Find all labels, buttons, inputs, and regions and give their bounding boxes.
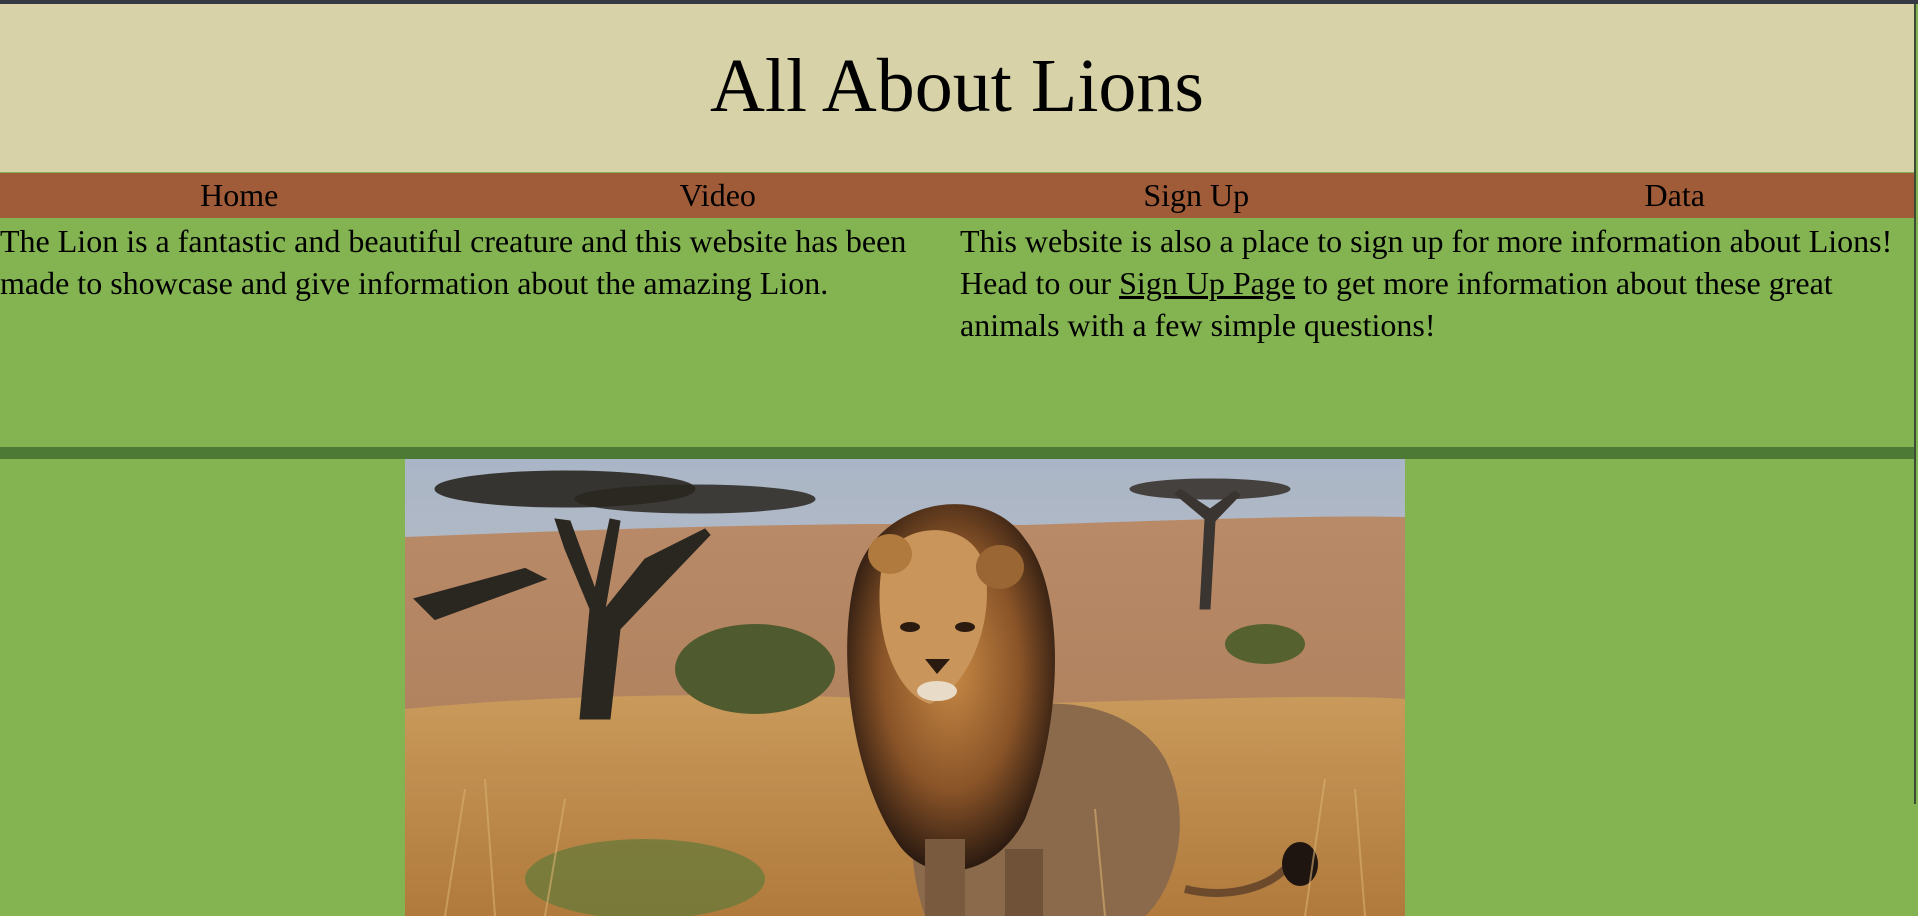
nav-signup-link[interactable]: Sign Up — [957, 173, 1436, 218]
page: All About Lions Home Video Sign Up Data … — [0, 0, 1918, 916]
lion-photo — [405, 459, 1405, 916]
signup-page-link[interactable]: Sign Up Page — [1119, 265, 1295, 301]
intro-right-column: This website is also a place to sign up … — [957, 218, 1914, 446]
nav-data-link[interactable]: Data — [1436, 173, 1915, 218]
section-divider — [0, 447, 1914, 459]
intro-section: The Lion is a fantastic and beautiful cr… — [0, 218, 1914, 446]
nav-video-link[interactable]: Video — [479, 173, 958, 218]
page-title: All About Lions — [709, 44, 1205, 128]
intro-left-text: The Lion is a fantastic and beautiful cr… — [0, 223, 907, 301]
intro-left-column: The Lion is a fantastic and beautiful cr… — [0, 218, 957, 446]
scrollbar-edge — [1914, 4, 1916, 804]
lion-photo-icon — [405, 459, 1405, 916]
site-header: All About Lions — [0, 4, 1914, 172]
main-nav: Home Video Sign Up Data — [0, 173, 1914, 218]
nav-home-link[interactable]: Home — [0, 173, 479, 218]
